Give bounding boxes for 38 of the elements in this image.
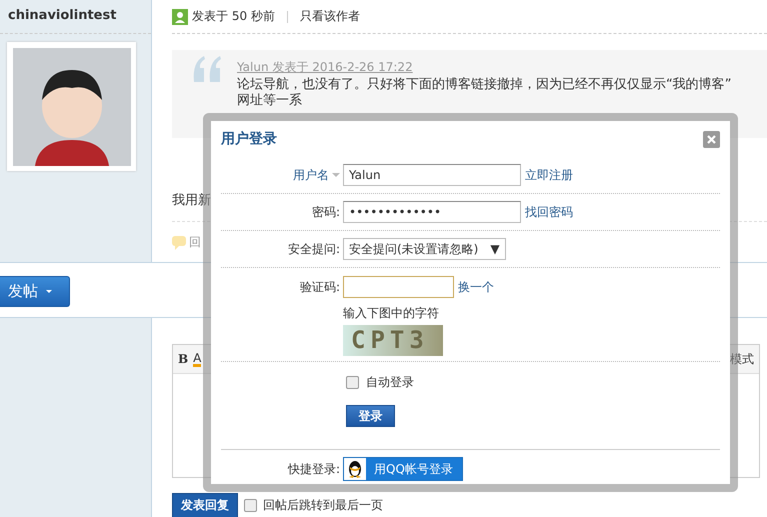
font-color-tool[interactable]: A <box>193 352 202 366</box>
jump-checkbox[interactable] <box>244 499 257 512</box>
caret-icon <box>46 290 52 293</box>
caret-icon[interactable] <box>332 173 340 177</box>
quote-text: 论坛导航，也没有了。只好将下面的博客链接撤掉，因为已经不再仅仅显示“我的博客” <box>237 76 732 93</box>
auto-login-checkbox[interactable] <box>346 376 359 389</box>
reply-button[interactable]: 发表回复 <box>172 493 238 517</box>
security-question-select[interactable]: 安全提问(未设置请忽略) ▼ <box>343 238 506 260</box>
user-icon <box>172 8 188 24</box>
forgot-password-link[interactable]: 找回密码 <box>525 204 573 220</box>
post-body: 我用新 <box>172 192 212 209</box>
username-field[interactable]: Yalun <box>343 164 521 186</box>
security-question-label: 安全提问: <box>288 241 340 258</box>
quick-login-label: 快捷登录: <box>288 461 340 478</box>
penguin-icon <box>347 459 363 479</box>
new-post-button[interactable]: 发帖 <box>0 276 70 307</box>
author-only-link[interactable]: 只看该作者 <box>300 8 360 25</box>
close-icon[interactable] <box>703 130 720 148</box>
jump-checkbox-label[interactable]: 回帖后跳转到最后一页 <box>263 497 383 514</box>
password-label: 密码: <box>312 204 340 221</box>
register-link[interactable]: 立即注册 <box>525 166 573 184</box>
post-time: 发表于 50 秒前 <box>192 8 275 25</box>
captcha-label: 验证码: <box>300 279 340 296</box>
refresh-captcha-link[interactable]: 换一个 <box>458 278 494 296</box>
speech-bubble-icon <box>172 234 186 250</box>
username[interactable]: chinaviolintest <box>0 0 151 27</box>
qq-login-button[interactable]: 用QQ帐号登录 <box>343 457 463 481</box>
bold-tool[interactable]: B <box>178 352 188 366</box>
login-button[interactable]: 登录 <box>346 405 395 427</box>
dialog-title: 用户登录 <box>221 130 277 148</box>
password-field[interactable]: ••••••••••••• <box>343 201 521 223</box>
captcha-image: CPT3 <box>343 325 443 356</box>
captcha-field[interactable] <box>343 276 454 298</box>
captcha-hint: 输入下图中的字符 <box>343 306 440 320</box>
username-label[interactable]: 用户名 <box>293 164 329 186</box>
auto-login-label[interactable]: 自动登录 <box>366 374 414 391</box>
quote-text: 网址等一系 <box>237 92 303 110</box>
mode-toggle[interactable]: 模式 <box>730 350 754 368</box>
